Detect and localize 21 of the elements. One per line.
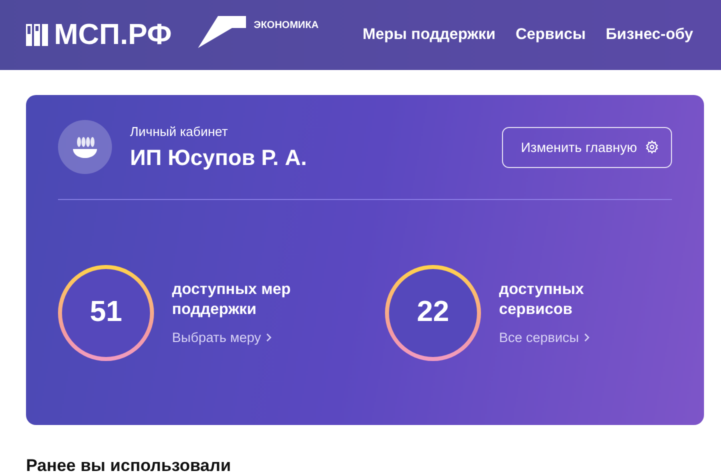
count-label: доступных мер поддержки bbox=[172, 280, 292, 320]
edit-home-button[interactable]: Изменить главную bbox=[502, 126, 672, 168]
account-name: ИП Юсупов Р. А. bbox=[130, 144, 308, 170]
chevron-icon bbox=[266, 333, 272, 342]
section-title: Ранее вы использовали bbox=[26, 456, 232, 473]
account-caption: Личный кабинет bbox=[130, 124, 229, 138]
more-link[interactable]: Выбрать меру bbox=[172, 330, 312, 345]
nav-link[interactable]: Бизнес-обу bbox=[606, 26, 694, 44]
partner-logo-text: ЭКОНОМИКА bbox=[254, 20, 319, 31]
logo-text: МСП.РФ bbox=[54, 18, 172, 52]
logo-icon bbox=[26, 24, 48, 46]
nav-link[interactable]: Сервисы bbox=[516, 26, 586, 44]
count-ring: 22 bbox=[389, 268, 477, 356]
more-link[interactable]: Все сервисы bbox=[499, 330, 639, 345]
partner-logo-icon bbox=[198, 14, 246, 48]
count-ring: 51 bbox=[62, 268, 150, 356]
nav-link[interactable]: Меры поддержки bbox=[362, 26, 496, 44]
settings-icon bbox=[645, 140, 659, 154]
count-label: доступных сервисов bbox=[499, 280, 585, 320]
chevron-icon bbox=[584, 333, 590, 342]
avatar-icon bbox=[58, 120, 112, 174]
